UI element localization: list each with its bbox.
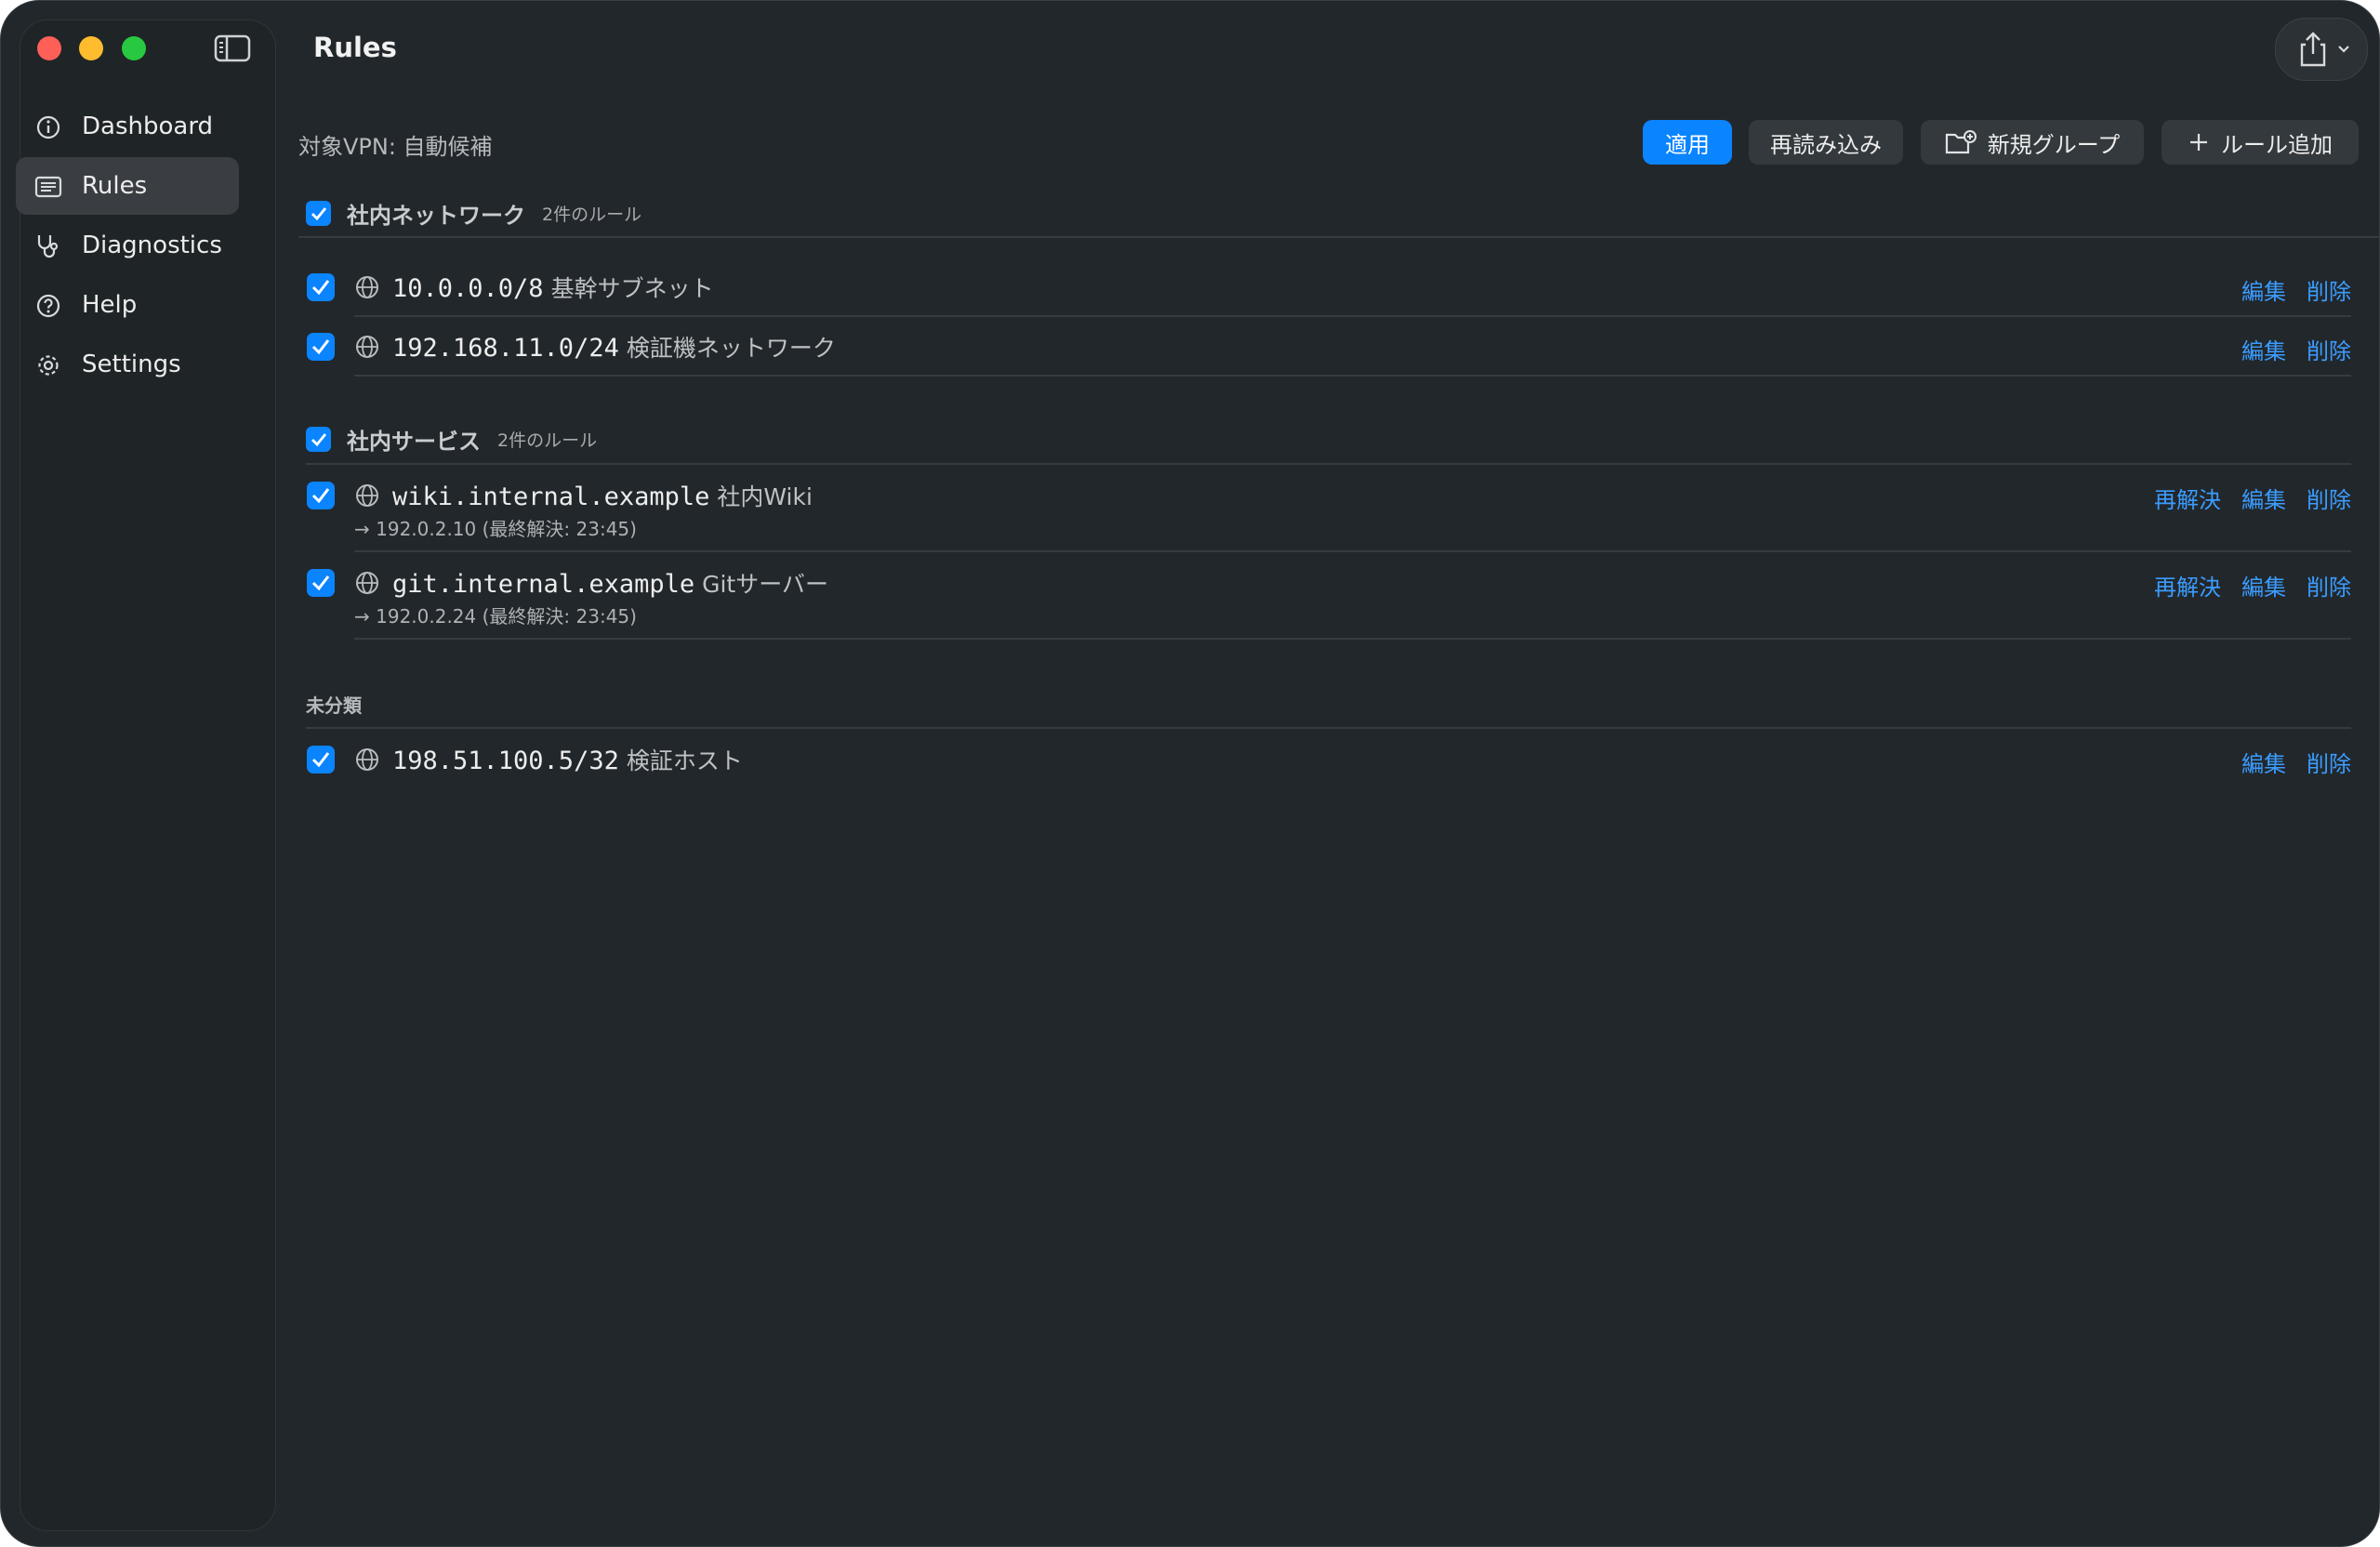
checkmark-icon [311,752,330,768]
rule-description: 検証機ネットワーク [626,335,836,362]
group-title: 社内サービス [347,428,481,455]
rule-label: wiki.internal.example 社内Wiki [392,479,813,512]
sidebar-item-diagnostics[interactable]: Diagnostics [16,217,239,274]
reload-button[interactable]: 再読み込み [1749,120,1903,165]
divider [298,236,2379,238]
plus-icon [2190,134,2207,151]
group-checkbox[interactable] [306,427,331,452]
gear-icon [38,355,59,376]
divider [354,638,2351,640]
sidebar-nav: Dashboard Rules Diagnostics Help Setting… [16,98,239,395]
rule-resolved-address: → 192.0.2.24 (最終解決: 23:45) [354,605,637,628]
rule-label: git.internal.example Gitサーバー [392,566,828,600]
sidebar-item-label: Dashboard [82,112,214,140]
rule-checkbox[interactable] [307,482,335,509]
divider [306,727,2351,729]
rule-description: Gitサーバー [702,571,828,598]
checkmark-icon [311,488,330,504]
sidebar-item-rules[interactable]: Rules [16,157,239,215]
sidebar-item-settings[interactable]: Settings [16,336,239,393]
group-checkbox[interactable] [306,201,331,226]
app-window: Dashboard Rules Diagnostics Help Setting… [0,0,2380,1547]
zoom-window-button[interactable] [122,36,146,60]
rule-checkbox[interactable] [307,569,335,597]
apply-button[interactable]: 適用 [1643,120,1732,165]
chevron-down-icon [2338,46,2349,53]
rule-description: 社内Wiki [717,483,813,510]
stethoscope-icon [37,235,59,258]
globe-icon [356,748,378,771]
rule-target: 198.51.100.5/32 [392,747,619,775]
sidebar-item-dashboard[interactable]: Dashboard [16,98,239,155]
list-icon [34,176,62,198]
rule-checkbox[interactable] [307,746,335,774]
globe-icon [356,572,378,594]
sidebar-toggle-icon[interactable] [214,33,251,63]
checkmark-icon [311,339,330,355]
close-window-button[interactable] [37,36,61,60]
rule-resolved-address: → 192.0.2.10 (最終解決: 23:45) [354,518,637,540]
checkmark-icon [311,575,330,591]
rule-target: 10.0.0.0/8 [392,274,544,303]
rule-target: git.internal.example [392,570,695,599]
delete-rule-link[interactable]: 削除 [2307,482,2351,514]
edit-rule-link[interactable]: 編集 [2241,333,2286,365]
folder-add-icon [1945,130,1977,154]
rule-label: 198.51.100.5/32 検証ホスト [392,743,743,776]
delete-rule-link[interactable]: 削除 [2307,746,2351,778]
rule-target: 192.168.11.0/24 [392,334,619,363]
edit-rule-link[interactable]: 編集 [2241,569,2286,602]
add-rule-button[interactable]: ルール追加 [2162,120,2359,165]
edit-rule-link[interactable]: 編集 [2241,273,2286,306]
minimize-window-button[interactable] [79,36,103,60]
delete-rule-link[interactable]: 削除 [2307,273,2351,306]
sidebar-item-label: Help [82,291,138,319]
target-vpn-label: 対象VPN: 自動候補 [298,134,493,160]
edit-rule-link[interactable]: 編集 [2241,482,2286,514]
share-icon [2300,32,2326,67]
group-header: 社内ネットワーク 2件のルール [347,194,641,231]
reload-button-label: 再読み込み [1770,131,1882,158]
delete-rule-link[interactable]: 削除 [2307,333,2351,365]
checkmark-icon [311,206,326,220]
divider [354,315,2351,317]
add-rule-button-label: ルール追加 [2221,131,2333,158]
checkmark-icon [311,432,326,446]
group-rule-count: 2件のルール [497,430,598,451]
edit-rule-link[interactable]: 編集 [2241,746,2286,778]
rule-label: 10.0.0.0/8 基幹サブネット [392,271,714,304]
rule-label: 192.168.11.0/24 検証機ネットワーク [392,330,836,364]
rule-checkbox[interactable] [307,333,335,361]
globe-icon [356,336,378,358]
sidebar-item-label: Rules [82,172,148,200]
divider [306,463,2351,465]
delete-rule-link[interactable]: 削除 [2307,569,2351,602]
globe-icon [356,276,378,298]
info-circle-icon [36,115,60,139]
share-menu-button[interactable] [2275,18,2368,81]
rule-target: wiki.internal.example [392,483,710,511]
new-group-button-label: 新規グループ [1987,131,2121,158]
globe-icon [356,484,378,507]
rule-description: 基幹サブネット [550,275,714,302]
group-header: 社内サービス 2件のルール [347,420,597,457]
question-circle-icon [36,294,60,318]
sidebar-item-help[interactable]: Help [16,276,239,334]
rule-description: 検証ホスト [626,747,743,774]
uncategorized-header: 未分類 [306,694,362,717]
checkmark-icon [311,280,330,296]
reresolve-rule-link[interactable]: 再解決 [2154,482,2221,514]
page-title: Rules [313,32,397,63]
rule-checkbox[interactable] [307,273,335,301]
group-title: 社内ネットワーク [347,202,525,229]
divider [354,375,2351,377]
group-rule-count: 2件のルール [542,204,642,225]
reresolve-rule-link[interactable]: 再解決 [2154,569,2221,602]
divider [354,550,2351,552]
sidebar-item-label: Diagnostics [82,231,222,259]
new-group-button[interactable]: 新規グループ [1921,120,2144,165]
apply-button-label: 適用 [1665,131,1710,158]
sidebar-item-label: Settings [82,350,181,378]
